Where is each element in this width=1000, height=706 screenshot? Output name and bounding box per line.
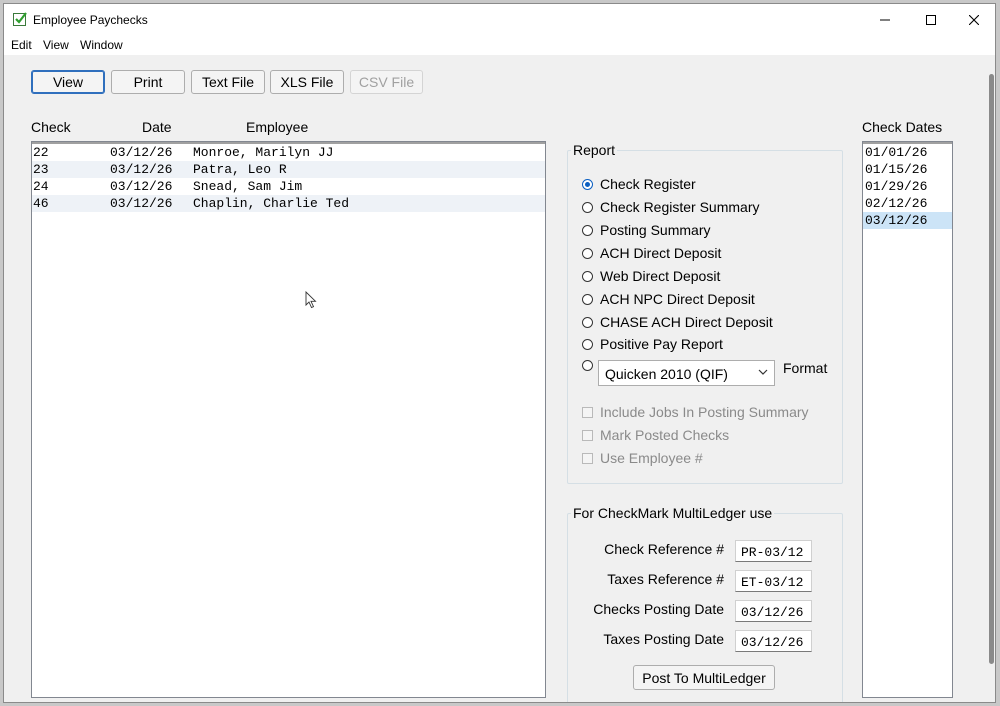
check-number: 22 <box>33 145 49 160</box>
employee-name: Snead, Sam Jim <box>193 179 303 194</box>
check-date: 03/12/26 <box>110 196 173 211</box>
radio-label: CHASE ACH Direct Deposit <box>600 314 773 330</box>
table-row[interactable]: 23 03/12/26 Patra, Leo R <box>32 161 545 178</box>
date-column-header: Date <box>142 119 172 135</box>
format-select[interactable]: Quicken 2010 (QIF) <box>598 360 775 386</box>
xls-file-button[interactable]: XLS File <box>270 70 344 94</box>
table-row[interactable]: 22 03/12/26 Monroe, Marilyn JJ <box>32 144 545 161</box>
window-title: Employee Paychecks <box>33 13 148 27</box>
check-reference-field[interactable]: PR-03/12 <box>735 540 812 562</box>
radio-label: Web Direct Deposit <box>600 268 721 284</box>
chevron-down-icon <box>758 369 768 375</box>
check-dates-list[interactable]: 01/01/26 01/15/26 01/29/26 02/12/26 03/1… <box>862 141 953 698</box>
employee-name: Monroe, Marilyn JJ <box>193 145 334 160</box>
report-group-title: Report <box>571 142 618 158</box>
employee-name: Chaplin, Charlie Ted <box>193 196 350 211</box>
list-item[interactable]: 01/15/26 <box>863 161 952 178</box>
check-reference-label: Check Reference # <box>604 541 724 557</box>
radio-button[interactable] <box>582 271 593 282</box>
radio-button[interactable] <box>582 294 593 305</box>
taxes-reference-label: Taxes Reference # <box>607 571 724 587</box>
check-date: 03/12/26 <box>110 162 173 177</box>
radio-label: Check Register Summary <box>600 199 760 215</box>
multiledger-group-title: For CheckMark MultiLedger use <box>571 505 775 521</box>
radio-label: Posting Summary <box>600 222 711 238</box>
checkbox <box>582 430 593 441</box>
format-select-value: Quicken 2010 (QIF) <box>605 366 728 382</box>
employee-column-header: Employee <box>246 119 309 135</box>
view-button[interactable]: View <box>31 70 105 94</box>
radio-button[interactable] <box>582 317 593 328</box>
menu-edit[interactable]: Edit <box>11 38 32 52</box>
minimize-icon <box>880 19 890 20</box>
menu-view[interactable]: View <box>43 38 69 52</box>
radio-button[interactable] <box>582 360 593 371</box>
list-item[interactable]: 01/01/26 <box>863 144 952 161</box>
csv-file-button: CSV File <box>350 70 423 94</box>
radio-button-checked[interactable] <box>582 179 593 190</box>
check-dates-title: Check Dates <box>862 119 943 135</box>
menu-bar: Edit View Window <box>4 35 995 55</box>
checkbox-label: Use Employee # <box>600 450 703 466</box>
maximize-icon <box>926 14 936 25</box>
checkmark-app-icon <box>13 12 27 26</box>
radio-label: ACH NPC Direct Deposit <box>600 291 755 307</box>
employee-name: Patra, Leo R <box>193 162 287 177</box>
maximize-button[interactable] <box>909 4 953 35</box>
radio-button[interactable] <box>582 339 593 350</box>
menu-window[interactable]: Window <box>80 38 123 52</box>
radio-button[interactable] <box>582 225 593 236</box>
checks-posting-date-label: Checks Posting Date <box>593 601 724 617</box>
taxes-posting-date-field[interactable]: 03/12/26 <box>735 630 812 652</box>
radio-label: Check Register <box>600 176 696 192</box>
format-label: Format <box>783 360 828 376</box>
minimize-button[interactable] <box>863 4 907 35</box>
print-button[interactable]: Print <box>111 70 185 94</box>
list-item[interactable]: 02/12/26 <box>863 195 952 212</box>
app-window: Employee Paychecks Edit View Window View… <box>3 3 996 703</box>
check-number: 23 <box>33 162 49 177</box>
post-to-multiledger-button[interactable]: Post To MultiLedger <box>633 665 775 690</box>
taxes-posting-date-label: Taxes Posting Date <box>603 631 724 647</box>
check-column-header: Check <box>31 119 71 135</box>
check-date: 03/12/26 <box>110 179 173 194</box>
radio-button[interactable] <box>582 248 593 259</box>
checkbox-label: Include Jobs In Posting Summary <box>600 404 809 420</box>
table-row[interactable]: 46 03/12/26 Chaplin, Charlie Ted <box>32 195 545 212</box>
check-date: 03/12/26 <box>110 145 173 160</box>
radio-label: ACH Direct Deposit <box>600 245 722 261</box>
close-icon <box>969 14 979 25</box>
radio-label: Positive Pay Report <box>600 336 723 352</box>
close-button[interactable] <box>952 4 995 35</box>
text-file-button[interactable]: Text File <box>191 70 265 94</box>
check-number: 24 <box>33 179 49 194</box>
checkbox-label: Mark Posted Checks <box>600 427 730 443</box>
checks-posting-date-field[interactable]: 03/12/26 <box>735 600 812 622</box>
mouse-cursor-icon <box>305 291 317 309</box>
list-item[interactable]: 01/29/26 <box>863 178 952 195</box>
checkbox <box>582 407 593 418</box>
check-number: 46 <box>33 196 49 211</box>
taxes-reference-field[interactable]: ET-03/12 <box>735 570 812 592</box>
radio-button[interactable] <box>582 202 593 213</box>
title-bar: Employee Paychecks <box>4 4 995 35</box>
table-row[interactable]: 24 03/12/26 Snead, Sam Jim <box>32 178 545 195</box>
checkbox <box>582 453 593 464</box>
checks-list[interactable]: 22 03/12/26 Monroe, Marilyn JJ 23 03/12/… <box>31 141 546 698</box>
scrollbar[interactable] <box>989 74 994 664</box>
list-item-selected[interactable]: 03/12/26 <box>863 212 952 229</box>
